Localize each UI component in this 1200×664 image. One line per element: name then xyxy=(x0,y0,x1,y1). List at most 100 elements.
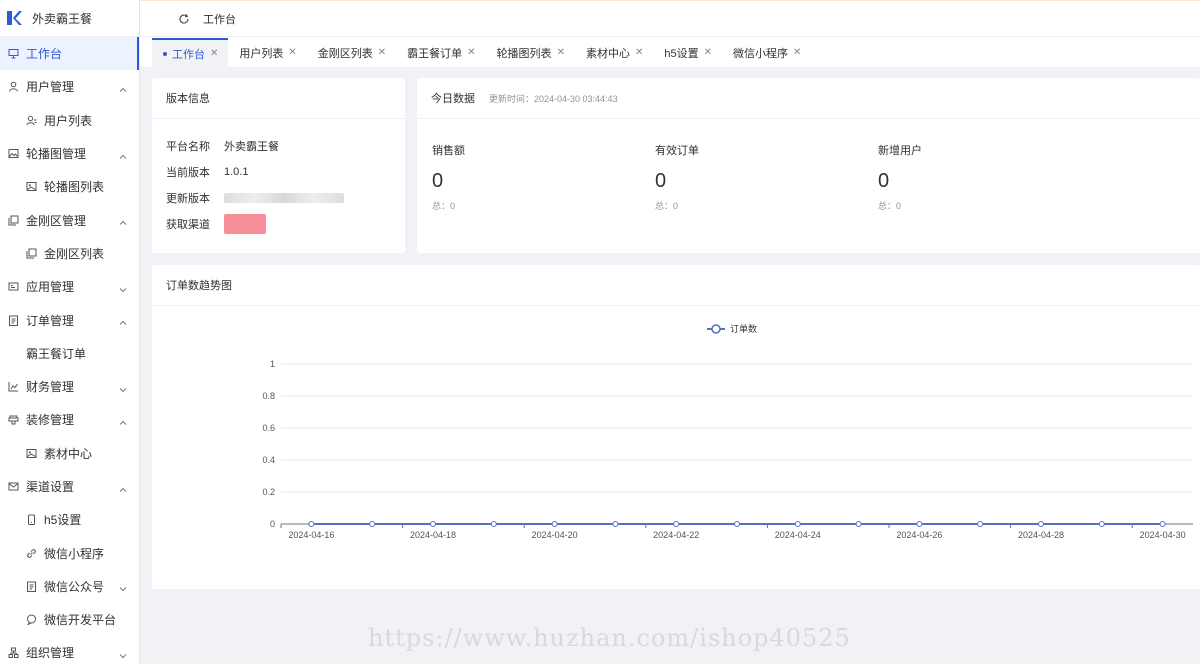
sidebar-item[interactable]: 轮播图列表 xyxy=(0,170,139,203)
sidebar-item[interactable]: 微信开发平台 xyxy=(0,603,139,636)
monitor-icon xyxy=(8,48,19,59)
version-row-channel: 获取渠道 xyxy=(152,211,405,237)
tab[interactable]: 用户列表 ✕ xyxy=(228,38,306,67)
redacted-channel-badge[interactable] xyxy=(224,214,266,234)
page-title: 工作台 xyxy=(203,13,236,26)
today-card-title: 今日数据 xyxy=(431,93,475,105)
stat-label: 有效订单 xyxy=(655,145,699,157)
sidebar-item[interactable]: 微信小程序 xyxy=(0,536,139,569)
sidebar-item-label: 应用管理 xyxy=(26,280,75,295)
sidebar-item[interactable]: 霸王餐订单 xyxy=(0,337,139,370)
data-point xyxy=(673,521,680,527)
sidebar-item-label: 金刚区列表 xyxy=(44,246,105,261)
sidebar-item[interactable]: 应用管理 xyxy=(0,270,139,303)
sidebar-item[interactable]: 组织管理 xyxy=(0,636,139,664)
refresh-icon[interactable] xyxy=(178,13,190,25)
chevron-up-icon xyxy=(119,483,127,492)
chat-icon xyxy=(26,614,37,626)
chart-icon xyxy=(8,381,19,392)
sidebar-item-label: 金刚区管理 xyxy=(26,213,87,228)
sidebar-item[interactable]: 微信公众号 xyxy=(0,570,139,603)
chevron-down-icon xyxy=(119,649,127,659)
data-point xyxy=(977,521,984,527)
sidebar-item[interactable]: 工作台 xyxy=(0,37,139,71)
sidebar-item[interactable]: 用户管理 xyxy=(0,70,139,103)
tab[interactable]: 霸王餐订单 ✕ xyxy=(396,38,485,67)
tab[interactable]: 工作台 ✕ xyxy=(152,38,229,67)
brush-icon xyxy=(8,414,19,425)
legend-marker xyxy=(711,324,721,334)
today-data-card: 今日数据 更新时间：2024-04-30 03:44:43 销售额 0 总：0 … xyxy=(417,78,1200,253)
logo-icon xyxy=(7,11,22,25)
sidebar-item-label: 素材中心 xyxy=(44,446,93,461)
x-tick-label: 2024-04-20 xyxy=(532,530,578,540)
version-card-title: 版本信息 xyxy=(152,78,405,119)
sidebar-item[interactable]: 素材中心 xyxy=(0,437,139,470)
x-tick-label: 2024-04-22 xyxy=(653,530,699,540)
y-tick-label: 0.8 xyxy=(262,391,275,401)
sidebar-item[interactable]: 金刚区列表 xyxy=(0,237,139,270)
close-icon[interactable]: ✕ xyxy=(704,47,712,58)
version-value: 外卖霸王餐 xyxy=(224,141,279,153)
x-tick-label: 2024-04-18 xyxy=(410,530,456,540)
sidebar-item[interactable]: 订单管理 xyxy=(0,303,139,336)
sidebar-item-label: 微信小程序 xyxy=(44,546,105,561)
link-icon xyxy=(26,548,37,559)
close-icon[interactable]: ✕ xyxy=(635,47,643,58)
tab[interactable]: 素材中心 ✕ xyxy=(575,38,653,67)
y-tick-label: 0.4 xyxy=(262,455,275,465)
stat-new-users: 新增用户 0 总：0 xyxy=(878,142,1078,212)
tab[interactable]: 微信小程序 ✕ xyxy=(722,38,811,67)
app-icon xyxy=(8,281,19,292)
sidebar-item-label: 轮播图管理 xyxy=(26,147,87,162)
close-icon[interactable]: ✕ xyxy=(378,47,386,58)
sidebar-item[interactable]: 轮播图管理 xyxy=(0,137,139,170)
redacted-update-version xyxy=(224,193,344,203)
picture-icon xyxy=(26,448,37,459)
logo[interactable]: 外卖霸王餐 xyxy=(0,0,139,37)
stat-label: 销售额 xyxy=(432,145,465,157)
sidebar-item-label: h5设置 xyxy=(44,513,82,528)
data-point xyxy=(794,521,801,527)
sidebar-item-label: 订单管理 xyxy=(26,313,75,328)
close-icon[interactable]: ✕ xyxy=(288,47,296,58)
chevron-up-icon xyxy=(119,416,127,425)
document-icon xyxy=(8,315,19,326)
data-point xyxy=(308,521,315,527)
sidebar-item[interactable]: 金刚区管理 xyxy=(0,203,139,236)
sidebar-item[interactable]: 财务管理 xyxy=(0,370,139,403)
data-point xyxy=(1098,521,1105,527)
sidebar-item-label: 霸王餐订单 xyxy=(26,346,87,361)
sidebar-item-label: 微信开发平台 xyxy=(44,613,117,628)
version-key: 当前版本 xyxy=(166,167,210,179)
topbar: 工作台 xyxy=(140,0,1200,37)
org-icon xyxy=(8,647,19,659)
tab[interactable]: h5设置 ✕ xyxy=(653,38,722,67)
sidebar-item[interactable]: 渠道设置 xyxy=(0,470,139,503)
document-icon xyxy=(26,581,37,592)
tab[interactable]: 金刚区列表 ✕ xyxy=(307,38,396,67)
y-tick-label: 0 xyxy=(270,519,275,529)
tab[interactable]: 轮播图列表 ✕ xyxy=(486,38,575,67)
sidebar-item-label: 渠道设置 xyxy=(26,480,75,494)
app-name: 外卖霸王餐 xyxy=(32,11,93,26)
close-icon[interactable]: ✕ xyxy=(793,47,801,58)
tab-label: 素材中心 xyxy=(585,47,630,60)
sidebar-item-label: 组织管理 xyxy=(26,646,75,661)
chevron-down-icon xyxy=(119,582,127,592)
order-trend-chart: 订单数 0 0.2 0.4 0.6 0.8 1 2024-04-16 2024-04-18 202… xyxy=(262,323,1193,540)
close-icon[interactable]: ✕ xyxy=(557,47,565,58)
sidebar-item[interactable]: 用户列表 xyxy=(0,104,139,137)
tab-label: 用户列表 xyxy=(239,47,284,60)
data-point xyxy=(916,521,923,527)
picture-icon xyxy=(26,181,37,192)
tab-label: 微信小程序 xyxy=(732,47,788,60)
version-key: 平台名称 xyxy=(166,141,210,153)
chevron-down-icon xyxy=(119,283,127,292)
close-icon[interactable]: ✕ xyxy=(467,47,475,58)
close-icon[interactable]: ✕ xyxy=(210,48,218,59)
sidebar-item[interactable]: h5设置 xyxy=(0,503,139,536)
stat-sales: 销售额 0 总：0 xyxy=(432,142,632,212)
sidebar-item[interactable]: 装修管理 xyxy=(0,403,139,436)
sidebar-item-label: 用户列表 xyxy=(44,113,93,128)
